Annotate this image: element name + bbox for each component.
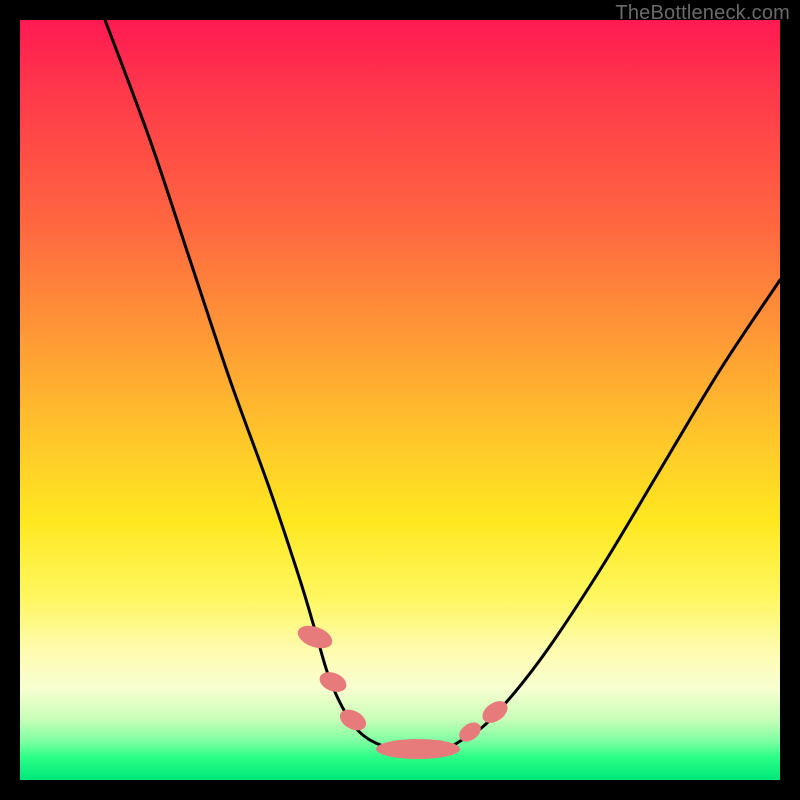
left-marker-2 <box>317 668 350 695</box>
watermark-text: TheBottleneck.com <box>615 2 790 25</box>
curve-group <box>105 20 780 751</box>
chart-svg <box>20 20 780 780</box>
trough-marker <box>376 739 460 759</box>
curve-markers <box>295 621 512 759</box>
bottleneck-curve <box>105 20 780 751</box>
left-marker-3 <box>336 705 369 734</box>
chart-frame: TheBottleneck.com <box>0 0 800 800</box>
chart-plot-area <box>20 20 780 780</box>
